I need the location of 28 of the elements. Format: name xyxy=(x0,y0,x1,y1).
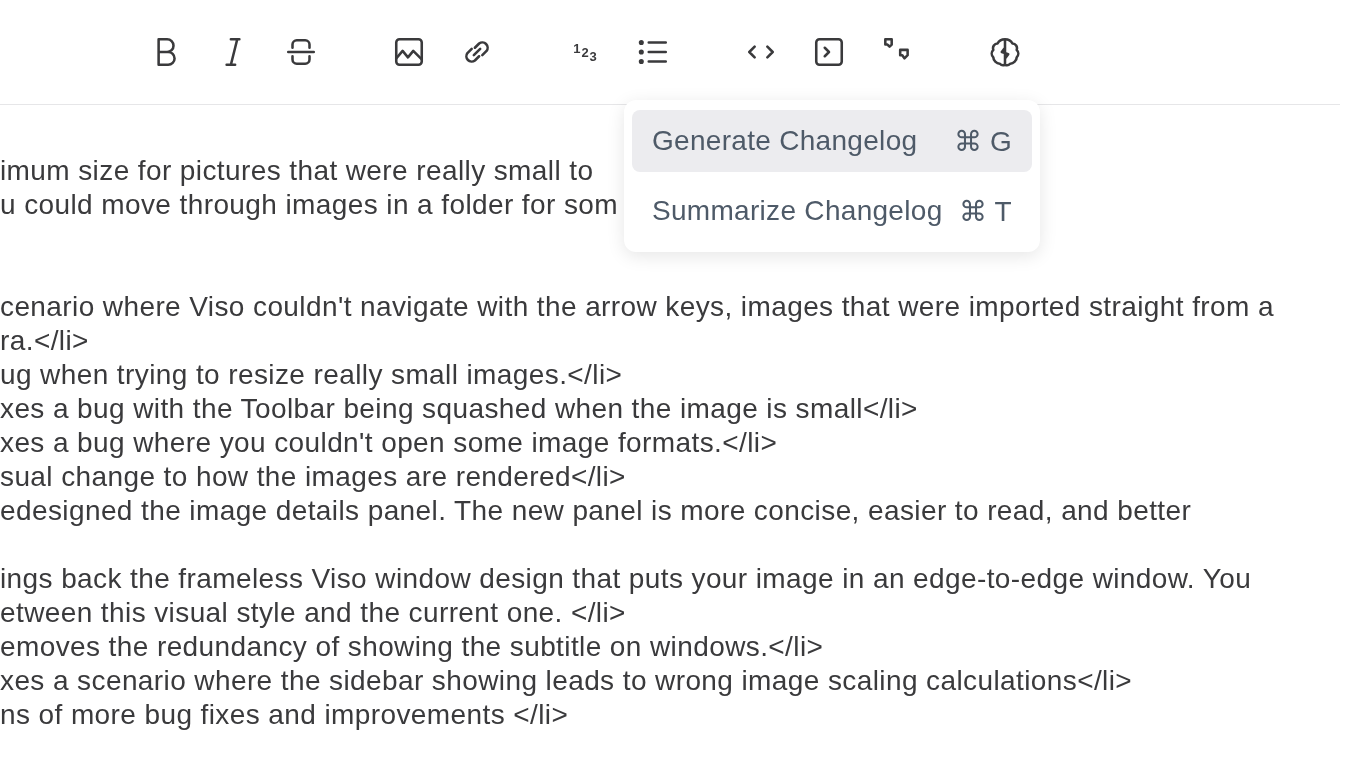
shortcut-label: ⌘ T xyxy=(958,194,1012,228)
code-line: sual change to how the images are rendered</li> xyxy=(0,460,626,494)
menu-item[interactable]: Summarize Changelog ⌘ T xyxy=(632,180,1032,242)
code-line: u could move through images in a folder for som xyxy=(0,188,618,222)
menu-item-label: Summarize Changelog xyxy=(652,195,943,227)
menu-item[interactable]: Generate Changelog ⌘ G xyxy=(632,110,1032,172)
image-icon xyxy=(392,35,426,69)
code-line: edesigned the image details panel. The new panel is more concise, easier to read, and better xyxy=(0,494,1192,528)
code-block-button[interactable] xyxy=(812,35,846,69)
ordered-list-button[interactable]: 123 xyxy=(568,35,602,69)
code-line: ns of more bug fixes and improvements </li> xyxy=(0,698,569,732)
image-button[interactable] xyxy=(392,35,426,69)
code-line: emoves the redundancy of showing the subtitle on windows.</li> xyxy=(0,630,824,664)
code-line: xes a bug where you couldn't open some image formats.</li> xyxy=(0,426,778,460)
terminal-icon xyxy=(812,35,846,69)
code-line: ings back the frameless Viso window design that puts your image in an edge-to-edge window. You xyxy=(0,562,1252,596)
code-line: xes a bug with the Toolbar being squashed when the image is small</li> xyxy=(0,392,918,426)
menu-item-label: Generate Changelog xyxy=(652,125,918,157)
numbered-list-icon: 123 xyxy=(573,44,597,60)
brain-button[interactable] xyxy=(988,35,1022,69)
brain-icon xyxy=(988,35,1022,69)
shortcut-label: ⌘ G xyxy=(953,124,1012,158)
code-line: etween this visual style and the current one. </li> xyxy=(0,596,626,630)
code-line: imum size for pictures that were really small to xyxy=(0,154,594,188)
code-line: cenario where Viso couldn't navigate with the arrow keys, images that were imported straight from a xyxy=(0,290,1274,324)
code-line: ug when trying to resize really small images.</li> xyxy=(0,358,623,392)
code-line: xes a scenario where the sidebar showing leads to wrong image scaling calculations</li> xyxy=(0,664,1133,698)
code-line: ra.</li> xyxy=(0,324,89,358)
